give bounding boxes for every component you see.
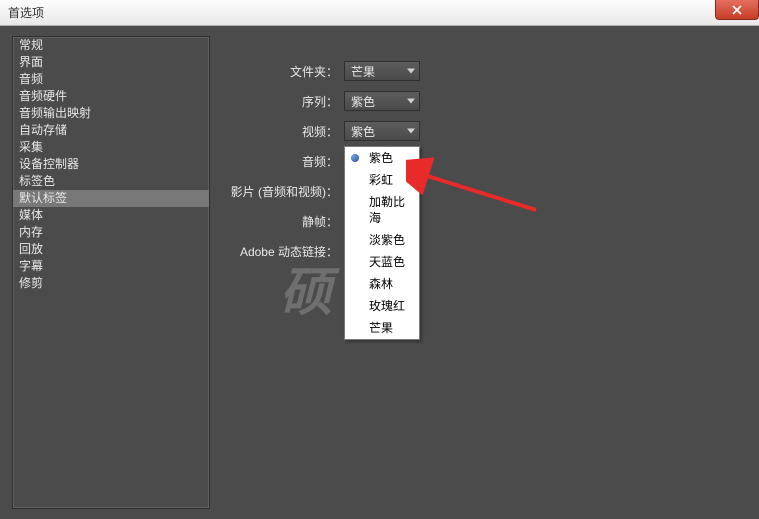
form-row: 视频： 紫色 — [222, 116, 747, 146]
dropdown-option[interactable]: 芒果 — [345, 317, 419, 339]
form-row: 音频： — [222, 146, 747, 176]
select-value: 芒果 — [351, 63, 375, 80]
chevron-down-icon — [407, 69, 415, 74]
dropdown-option[interactable]: 天蓝色 — [345, 251, 419, 273]
dropdown-option[interactable]: 淡紫色 — [345, 229, 419, 251]
sidebar-item[interactable]: 修剪 — [13, 275, 209, 292]
form-row: 序列： 紫色 — [222, 86, 747, 116]
sidebar-item[interactable]: 自动存储 — [13, 122, 209, 139]
form-label: Adobe 动态链接： — [222, 243, 344, 260]
form-label: 文件夹： — [222, 63, 344, 80]
dropdown-option[interactable]: 紫色 — [345, 147, 419, 169]
sidebar-item[interactable]: 媒体 — [13, 207, 209, 224]
form-label: 视频： — [222, 123, 344, 140]
sidebar-item[interactable]: 音频输出映射 — [13, 105, 209, 122]
dropdown-option[interactable]: 森林 — [345, 273, 419, 295]
form-row: 静帧： — [222, 206, 747, 236]
sidebar-item[interactable]: 音频硬件 — [13, 88, 209, 105]
select-value: 紫色 — [351, 93, 375, 110]
select[interactable]: 芒果 — [344, 61, 420, 81]
titlebar: 首选项 — [0, 0, 759, 26]
sidebar: 常规界面音频音频硬件音频输出映射自动存储采集设备控制器标签色默认标签媒体内存回放… — [12, 36, 210, 509]
sidebar-item[interactable]: 常规 — [13, 37, 209, 54]
dropdown-option[interactable]: 彩虹 — [345, 169, 419, 191]
selected-bullet-icon — [351, 154, 359, 162]
sidebar-item[interactable]: 设备控制器 — [13, 156, 209, 173]
sidebar-item[interactable]: 音频 — [13, 71, 209, 88]
content-area: 文件夹：芒果序列：紫色视频：紫色音频：影片 (音频和视频)：静帧：Adobe 动… — [222, 36, 747, 509]
dropdown-option[interactable]: 加勒比海 — [345, 191, 419, 229]
chevron-down-icon — [407, 129, 415, 134]
form-row: 文件夹： 芒果 — [222, 56, 747, 86]
sidebar-item[interactable]: 内存 — [13, 224, 209, 241]
form-label: 音频： — [222, 153, 344, 170]
sidebar-item[interactable]: 默认标签 — [13, 190, 209, 207]
close-icon — [732, 5, 742, 15]
sidebar-item[interactable]: 回放 — [13, 241, 209, 258]
chevron-down-icon — [407, 99, 415, 104]
sidebar-item[interactable]: 标签色 — [13, 173, 209, 190]
close-button[interactable] — [715, 0, 759, 20]
main-area: 常规界面音频音频硬件音频输出映射自动存储采集设备控制器标签色默认标签媒体内存回放… — [0, 26, 759, 519]
form-label: 影片 (音频和视频)： — [222, 183, 344, 200]
sidebar-item[interactable]: 界面 — [13, 54, 209, 71]
select-value: 紫色 — [351, 123, 375, 140]
form-label: 序列： — [222, 93, 344, 110]
window-title: 首选项 — [8, 4, 44, 21]
form-label: 静帧： — [222, 213, 344, 230]
dropdown-option[interactable]: 玫瑰红 — [345, 295, 419, 317]
sidebar-item[interactable]: 字幕 — [13, 258, 209, 275]
select[interactable]: 紫色 — [344, 91, 420, 111]
select[interactable]: 紫色 — [344, 121, 420, 141]
form-row: Adobe 动态链接： — [222, 236, 747, 266]
video-dropdown-menu: 紫色彩虹加勒比海淡紫色天蓝色森林玫瑰红芒果 — [344, 146, 420, 340]
form-row: 影片 (音频和视频)： — [222, 176, 747, 206]
sidebar-item[interactable]: 采集 — [13, 139, 209, 156]
